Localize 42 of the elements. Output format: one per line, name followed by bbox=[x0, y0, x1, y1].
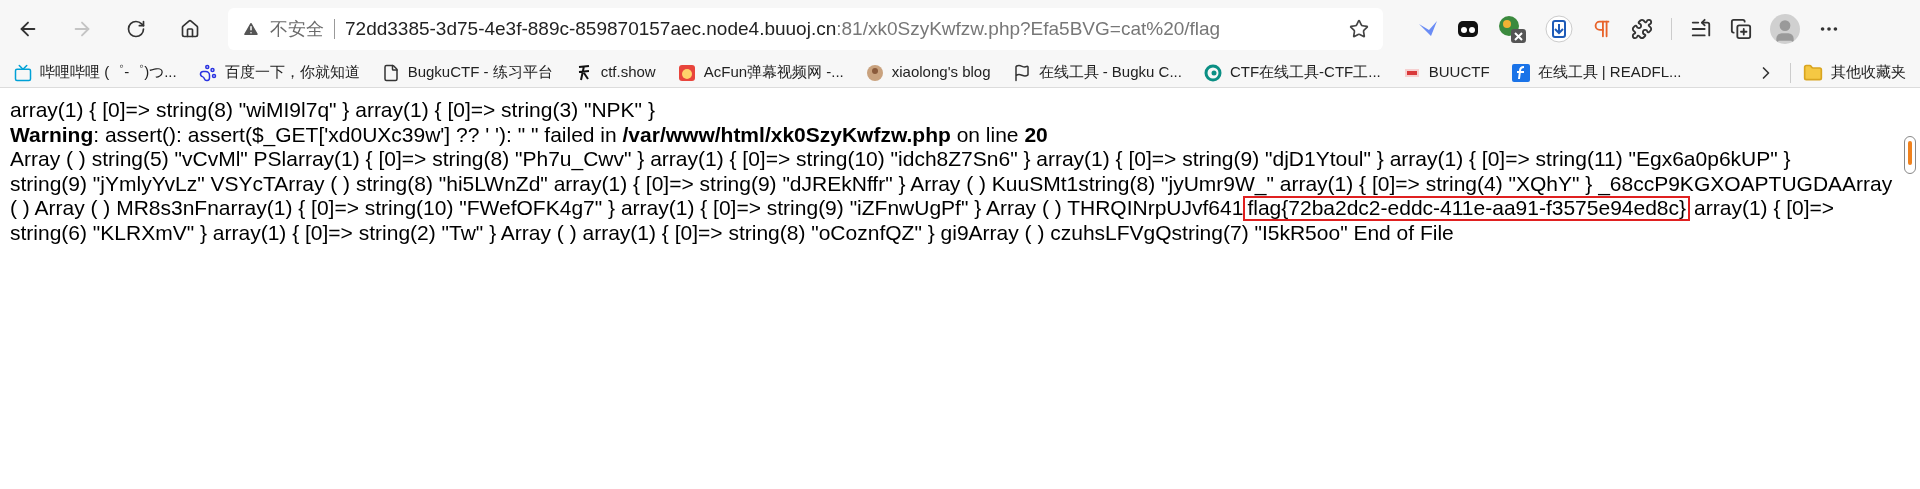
warning-icon bbox=[242, 20, 260, 38]
bookmark-item[interactable]: 百度一下，你就知道 bbox=[198, 61, 360, 84]
download-icon[interactable] bbox=[1545, 15, 1573, 43]
f-icon bbox=[1511, 63, 1530, 82]
add-favorite-icon[interactable] bbox=[1349, 19, 1369, 39]
extensions-icon[interactable] bbox=[1631, 18, 1653, 40]
bookmark-item[interactable]: 在线工具 | READFL... bbox=[1511, 61, 1682, 84]
face-icon bbox=[677, 63, 696, 82]
avatar-icon bbox=[865, 63, 884, 82]
eyes-icon[interactable] bbox=[1457, 18, 1479, 40]
output-text: array(1) { [0]=> bbox=[1694, 196, 1835, 221]
bookmark-item[interactable]: 哔哩哔哩 (゜-゜)つ... bbox=[14, 61, 177, 84]
address-bar[interactable]: 不安全 72dd3385-3d75-4e3f-889c-859870157aec.node4.buuoj.cn:81/xk0SzyKwfzw.php?Efa5BVG=cat%20/flag bbox=[228, 8, 1383, 50]
output-text: array(1) { [0]=> string(8) "wiMI9l7q" } array(1) { [0]=> string(3) "NPK" } bbox=[10, 98, 655, 123]
paw-icon bbox=[198, 63, 217, 82]
globe-icon[interactable] bbox=[1497, 14, 1527, 44]
page-icon bbox=[381, 63, 400, 82]
bookmark-item[interactable]: BUUCTF bbox=[1402, 61, 1490, 84]
scrollbar bbox=[1904, 136, 1916, 174]
output-text: Warning: assert(): assert($_GET['xd0UXc39w'] ?? ' '): " " failed in /var/www/html/xk0SzyKwfzw.php on line 20 bbox=[10, 122, 1048, 147]
flag-highlight: flag{72ba2dc2-eddc-411e-aa91-f3575e94ed8c} bbox=[1243, 196, 1691, 221]
home-icon bbox=[180, 19, 200, 39]
output-text: ( ) Array ( ) MR8s3nFnarray(1) { [0]=> string(10) "FWefOFK4g7" } array(1) { [0]=> string(9) "iZFnwUgPf" } Array ( ) THRQINrpUJvf641 bbox=[10, 196, 1244, 221]
bookmark-item[interactable]: CTF在线工具-CTF工... bbox=[1203, 61, 1381, 84]
bookmark-item[interactable]: BugkuCTF - 练习平台 bbox=[381, 61, 553, 84]
other-bookmarks[interactable]: 其他收藏夹 bbox=[1803, 61, 1906, 84]
url-text: 72dd3385-3d75-4e3f-889c-859870157aec.node4.buuoj.cn:81/xk0SzyKwfzw.php?Efa5BVG=cat%20/flag bbox=[345, 16, 1221, 41]
folder-icon bbox=[1803, 62, 1823, 83]
collections-icon[interactable] bbox=[1730, 18, 1752, 40]
output-text: Array ( ) string(5) "vCvMl" PSlarray(1) { [0]=> string(8) "Ph7u_Cwv" } array(1) { [0]=> string(10) "idch8Z7Sn6" } array(1) { [0]=> string(9) "djD1Ytoul" } array(1) { [0]=> string(11) "Egx6a0p6kUP" } bbox=[10, 147, 1791, 172]
profile-avatar[interactable] bbox=[1770, 14, 1800, 44]
reload-icon bbox=[126, 19, 146, 39]
bookmark-item[interactable]: AcFun弹幕视频网 -... bbox=[677, 61, 844, 84]
tv-icon bbox=[14, 63, 32, 82]
bookmark-item[interactable]: ctf.show bbox=[574, 61, 656, 84]
ring-icon bbox=[1203, 63, 1222, 82]
bookmark-item[interactable]: 在线工具 - Bugku C... bbox=[1012, 61, 1182, 84]
output-text: string(9) "jYmlyYvLz" VSYcTArray ( ) string(8) "hi5LWnZd" array(1) { [0]=> string(9) "dJREkNffr" } Array ( ) KuuSMt1string(8) "jyUmr9W_" array(1) { [0]=> string(4) "XQhY" } _68ccP9KGXOAPTUGDAArray bbox=[10, 171, 1893, 196]
flag-icon bbox=[1012, 63, 1031, 82]
security-label: 不安全 bbox=[270, 17, 324, 41]
bookmark-item[interactable]: xiaolong's blog bbox=[865, 61, 991, 84]
output-text: string(6) "KLRXmV" } array(1) { [0]=> string(2) "Tw" } Array ( ) array(1) { [0]=> string(8) "oCoznfQZ" } gi9Array ( ) czuhsLFVgQstring(7) "I5kR5oo" End of File bbox=[10, 220, 1454, 245]
